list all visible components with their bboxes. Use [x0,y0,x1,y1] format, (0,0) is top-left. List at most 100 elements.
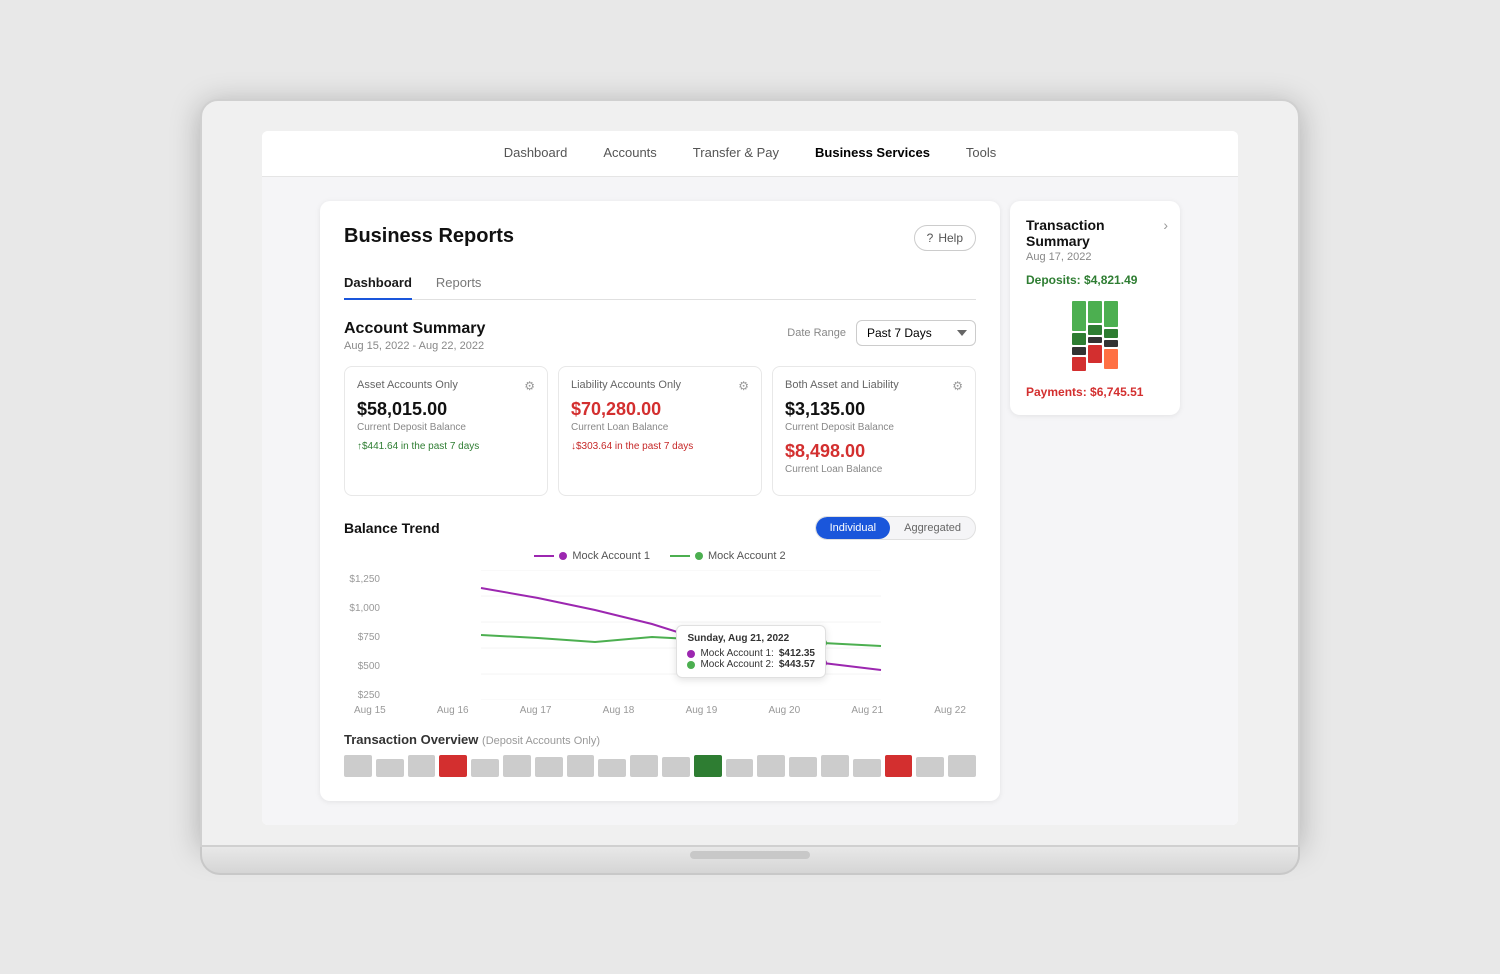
trans-bar-14 [757,755,785,777]
mini-bar-orange-3 [1104,349,1118,369]
nav-item-tools[interactable]: Tools [948,131,1014,176]
laptop-base [200,847,1300,875]
nav-item-transfer-pay[interactable]: Transfer & Pay [675,131,797,176]
laptop-wrapper: Dashboard Accounts Transfer & Pay Busine… [200,99,1300,875]
balance-trend-header: Balance Trend Individual Aggregated [344,516,976,540]
asset-card-title: Asset Accounts Only [357,379,458,391]
mini-bar-red-1 [1072,357,1086,371]
tab-dashboard[interactable]: Dashboard [344,267,412,300]
laptop-bezel: Dashboard Accounts Transfer & Pay Busine… [200,99,1300,847]
account-summary-title: Account Summary [344,320,485,338]
trans-bar-11 [662,757,690,777]
date-range-container: Date Range Past 7 Days Past 30 Days Past… [787,320,976,346]
account-summary-info: Account Summary Aug 15, 2022 - Aug 22, 2… [344,320,485,352]
mini-bar-darkgreen-2 [1088,325,1102,335]
date-range-label: Date Range [787,327,846,339]
liability-change: ↓$303.64 in the past 7 days [571,441,749,452]
nav-item-business-services[interactable]: Business Services [797,131,948,176]
legend-dot-account1 [559,552,567,560]
both-deposit-label: Current Deposit Balance [785,422,963,433]
summary-card-liability: Liability Accounts Only ⚙ $70,280.00 Cur… [558,366,762,496]
asset-change: ↑$441.64 in the past 7 days [357,441,535,452]
y-axis-labels: $1,250 $1,000 $750 $500 $250 [344,570,386,705]
chart-container: $1,250 $1,000 $750 $500 $250 [344,570,976,705]
balance-trend-title: Balance Trend [344,520,440,536]
liability-amount: $70,280.00 [571,399,749,420]
both-gear-icon[interactable]: ⚙ [952,379,963,393]
liability-gear-icon[interactable]: ⚙ [738,379,749,393]
chevron-right-icon[interactable]: › [1163,217,1168,233]
tooltip-account1-label: Mock Account 1: [700,648,773,659]
trans-bar-13 [726,759,754,777]
tooltip-account1-value: $412.35 [779,648,815,659]
trans-bar-4-red [439,755,467,777]
mini-bar-dark-2 [1088,337,1102,343]
tooltip-account2: Mock Account 2: $443.57 [687,659,815,670]
legend-label-account1: Mock Account 1 [572,550,650,562]
card-header: Business Reports ? Help [344,225,976,251]
both-deposit-amount: $3,135.00 [785,399,963,420]
mini-bar-red-2 [1088,345,1102,363]
main-card: Business Reports ? Help Dashboard Report… [320,201,1000,801]
legend-account2: Mock Account 2 [670,550,786,562]
trans-payments: Payments: $6,745.51 [1026,385,1164,399]
legend-line-account2 [670,555,690,557]
transaction-overview-subtitle: (Deposit Accounts Only) [482,735,600,747]
mini-chart [1026,301,1164,371]
liability-balance-label: Current Loan Balance [571,422,749,433]
chart-x-labels: Aug 15 Aug 16 Aug 17 Aug 18 Aug 19 Aug 2… [344,705,976,716]
tab-reports[interactable]: Reports [436,267,482,300]
trans-bar-10 [630,755,658,777]
trans-bar-6 [503,755,531,777]
summary-card-asset-header: Asset Accounts Only ⚙ [357,379,535,393]
page-title: Business Reports [344,225,514,248]
trans-bar-20 [948,755,976,777]
chart-area-wrapper: Sunday, Aug 21, 2022 Mock Account 1: $41… [386,570,976,705]
chart-tooltip: Sunday, Aug 21, 2022 Mock Account 1: $41… [676,625,826,678]
help-button[interactable]: ? Help [914,225,976,251]
tooltip-account2-label: Mock Account 2: [700,659,773,670]
account-summary-header: Account Summary Aug 15, 2022 - Aug 22, 2… [344,320,976,352]
mini-bar-col-2 [1088,301,1102,371]
transaction-summary-panel: › Transaction Summary Aug 17, 2022 Depos… [1010,201,1180,415]
transaction-bars [344,755,976,777]
mini-bar-col-3 [1104,301,1118,371]
help-label: Help [938,231,963,245]
toggle-individual[interactable]: Individual [816,517,890,539]
liability-card-title: Liability Accounts Only [571,379,681,391]
payments-value: $6,745.51 [1090,385,1143,399]
toggle-aggregated[interactable]: Aggregated [890,517,975,539]
chart-legend: Mock Account 1 Mock Account 2 [344,550,976,562]
nav-item-dashboard[interactable]: Dashboard [486,131,586,176]
asset-gear-icon[interactable]: ⚙ [524,379,535,393]
content-wrapper: Business Reports ? Help Dashboard Report… [320,201,1180,801]
legend-line-account1 [534,555,554,557]
legend-account1: Mock Account 1 [534,550,650,562]
summary-card-both-header: Both Asset and Liability ⚙ [785,379,963,393]
trans-bar-3 [408,755,436,777]
nav-item-accounts[interactable]: Accounts [585,131,674,176]
date-range-select[interactable]: Past 7 Days Past 30 Days Past 90 Days [856,320,976,346]
trans-bar-18-red [885,755,913,777]
tabs: Dashboard Reports [344,267,976,300]
transaction-overview-title-text: Transaction Overview [344,732,478,747]
both-loan-amount: $8,498.00 [785,441,963,462]
trans-bar-19 [916,757,944,777]
trans-bar-17 [853,759,881,777]
balance-trend-section: Balance Trend Individual Aggregated [344,516,976,716]
tooltip-dot-account2 [687,661,695,669]
tooltip-date: Sunday, Aug 21, 2022 [687,633,815,644]
mini-bar-col-1 [1072,301,1086,371]
trans-bar-1 [344,755,372,777]
laptop-screen: Dashboard Accounts Transfer & Pay Busine… [262,131,1238,825]
nav-items: Dashboard Accounts Transfer & Pay Busine… [486,131,1015,176]
trans-bar-8 [567,755,595,777]
trans-bar-2 [376,759,404,777]
tooltip-account1: Mock Account 1: $412.35 [687,648,815,659]
tooltip-account2-value: $443.57 [779,659,815,670]
tooltip-dot-account1 [687,650,695,658]
payments-label: Payments: [1026,385,1087,399]
trans-bar-7 [535,757,563,777]
account-summary-date: Aug 15, 2022 - Aug 22, 2022 [344,340,485,352]
mini-bar-dark-3 [1104,340,1118,347]
